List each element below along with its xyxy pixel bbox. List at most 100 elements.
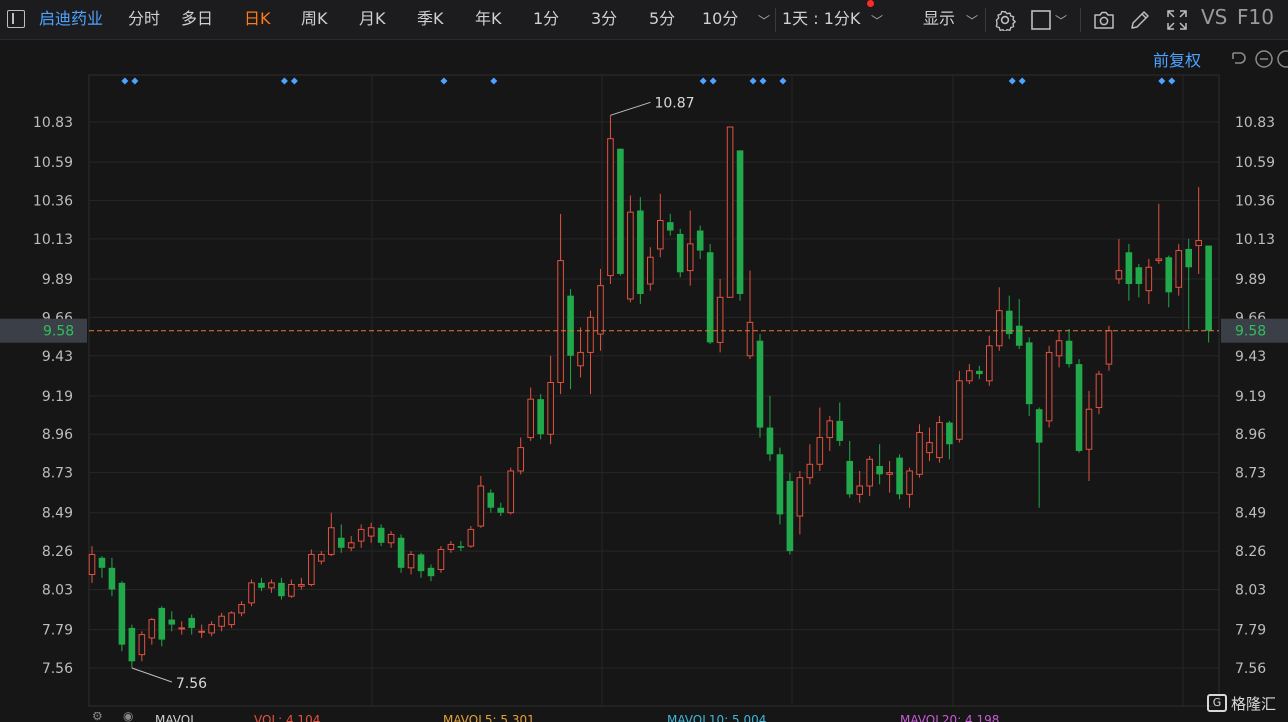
candle-body-down (836, 420, 844, 441)
candle-body-up (238, 604, 245, 614)
y-tick-label-left: 8.03 (42, 583, 73, 599)
candle-body-up (656, 220, 664, 250)
tab-1min[interactable]: 1分 (533, 9, 559, 29)
candle-body-down (158, 607, 166, 640)
candle-body-up (966, 370, 973, 382)
mavol20-value: MAVOL20: 4.198 (900, 713, 1000, 722)
max-annotation-line (610, 101, 651, 116)
candle-body-up (597, 285, 604, 335)
y-tick-label-left: 8.49 (42, 506, 73, 522)
y-tick-label-right: 10.83 (1235, 115, 1275, 131)
y-tick-label-left: 8.73 (42, 466, 73, 482)
sidebar-toggle-icon[interactable] (7, 10, 25, 28)
vs-button[interactable]: VS (1201, 7, 1227, 27)
tab-weekly-k[interactable]: 周K (301, 9, 328, 29)
chevron-down-icon[interactable]: ﹀ (758, 12, 770, 29)
candle-body-up (926, 442, 933, 454)
candle-body-down (487, 492, 495, 508)
candle-body-up (1095, 373, 1103, 409)
color-square-icon[interactable] (1030, 9, 1052, 31)
candle-body-down (1075, 364, 1083, 451)
candlestick-chart[interactable]: 10.83 10.83 10.59 10.59 10.36 10.36 10.13 10.13… (0, 40, 1288, 722)
min-annotation-line (131, 667, 173, 683)
fullscreen-icon[interactable] (1166, 9, 1188, 31)
tab-quarterly-k[interactable]: 季K (417, 9, 444, 29)
candle-body-down (278, 582, 285, 597)
candle-body-up (686, 243, 694, 272)
y-tick-label-right: 9.89 (1235, 272, 1266, 288)
y-tick-label-right: 10.59 (1235, 155, 1275, 171)
display-menu[interactable]: 显示 (923, 9, 955, 29)
candle-body-up (308, 553, 315, 586)
candle-body-down (776, 454, 784, 515)
watermark-logo: G 格隆汇 (1207, 693, 1276, 714)
tab-5min[interactable]: 5分 (649, 9, 675, 29)
camera-icon[interactable] (1093, 9, 1115, 31)
y-tick-label-left: 10.13 (33, 232, 73, 248)
candle-body-down (118, 582, 126, 645)
stock-name[interactable]: 启迪药业 (39, 9, 103, 29)
event-marker-icon (290, 77, 298, 85)
y-tick-label-right: 9.43 (1235, 349, 1266, 365)
candle-body-up (228, 612, 235, 626)
mavol10-value: MAVOL10: 5.004 (667, 713, 767, 722)
candle-body-down (108, 567, 116, 590)
candle-body-up (746, 321, 754, 357)
candle-body-up (218, 615, 225, 627)
tab-multi-day[interactable]: 多日 (181, 9, 213, 29)
tab-3min[interactable]: 3分 (591, 9, 617, 29)
candle-body-up (956, 380, 963, 440)
y-tick-label-left: 9.19 (42, 389, 73, 405)
y-tick-label-right: 10.36 (1235, 193, 1275, 209)
candle-body-up (467, 528, 475, 547)
candle-body-down (736, 150, 744, 294)
pencil-icon[interactable] (1129, 9, 1151, 31)
eye-icon[interactable]: ◉ (123, 712, 133, 722)
candle-body-up (1115, 270, 1123, 280)
chevron-down-icon[interactable]: ﹀ (966, 12, 978, 29)
tab-daily-k[interactable]: 日K (244, 9, 271, 29)
event-marker-icon (709, 77, 717, 85)
candle-body-up (1155, 258, 1163, 262)
y-tick-label-right: 7.56 (1235, 661, 1266, 677)
candle-body-down (417, 554, 425, 572)
event-marker-icon (131, 77, 139, 85)
candle-body-down (756, 340, 764, 428)
range-selector[interactable]: 1天 : 1分K (782, 9, 860, 29)
candle-body-down (1065, 340, 1073, 365)
toolbar-divider (985, 8, 986, 32)
current-price-label-left: 9.58 (43, 324, 74, 340)
y-tick-label-left: 9.89 (42, 272, 73, 288)
candle-body-up (327, 527, 335, 555)
f10-button[interactable]: F10 (1237, 7, 1274, 27)
chevron-down-icon[interactable]: ﹀ (1055, 12, 1067, 29)
candle-body-up (407, 553, 415, 569)
candle-body-up (507, 470, 515, 514)
gear-icon[interactable]: ⚙ (92, 712, 103, 722)
candle-body-up (647, 256, 654, 285)
candle-body-up (557, 260, 564, 383)
settings-icon[interactable] (994, 9, 1016, 31)
candle-body-up (577, 351, 584, 367)
candle-body-down (1205, 245, 1212, 331)
candle-body-up (347, 542, 355, 549)
candle-body-down (1185, 248, 1192, 268)
event-marker-icon (759, 77, 767, 85)
tab-monthly-k[interactable]: 月K (359, 9, 386, 29)
candle-body-up (517, 447, 525, 472)
candle-body-up (527, 398, 534, 439)
candle-body-up (477, 485, 485, 527)
tab-10min[interactable]: 10分 (702, 9, 738, 29)
event-marker-icon (490, 77, 498, 85)
candle-body-down (457, 546, 465, 548)
candle-body-down (766, 427, 774, 455)
candle-body-down (537, 399, 544, 435)
candle-body-down (1165, 257, 1173, 293)
tab-intraday[interactable]: 分时 (128, 9, 160, 29)
candle-body-up (1105, 330, 1113, 365)
chevron-down-icon[interactable]: ﹀ (871, 12, 883, 29)
tab-yearly-k[interactable]: 年K (475, 9, 502, 29)
y-tick-label-left: 8.26 (42, 544, 73, 560)
candle-body-down (786, 480, 794, 552)
candle-body-up (1195, 240, 1202, 247)
